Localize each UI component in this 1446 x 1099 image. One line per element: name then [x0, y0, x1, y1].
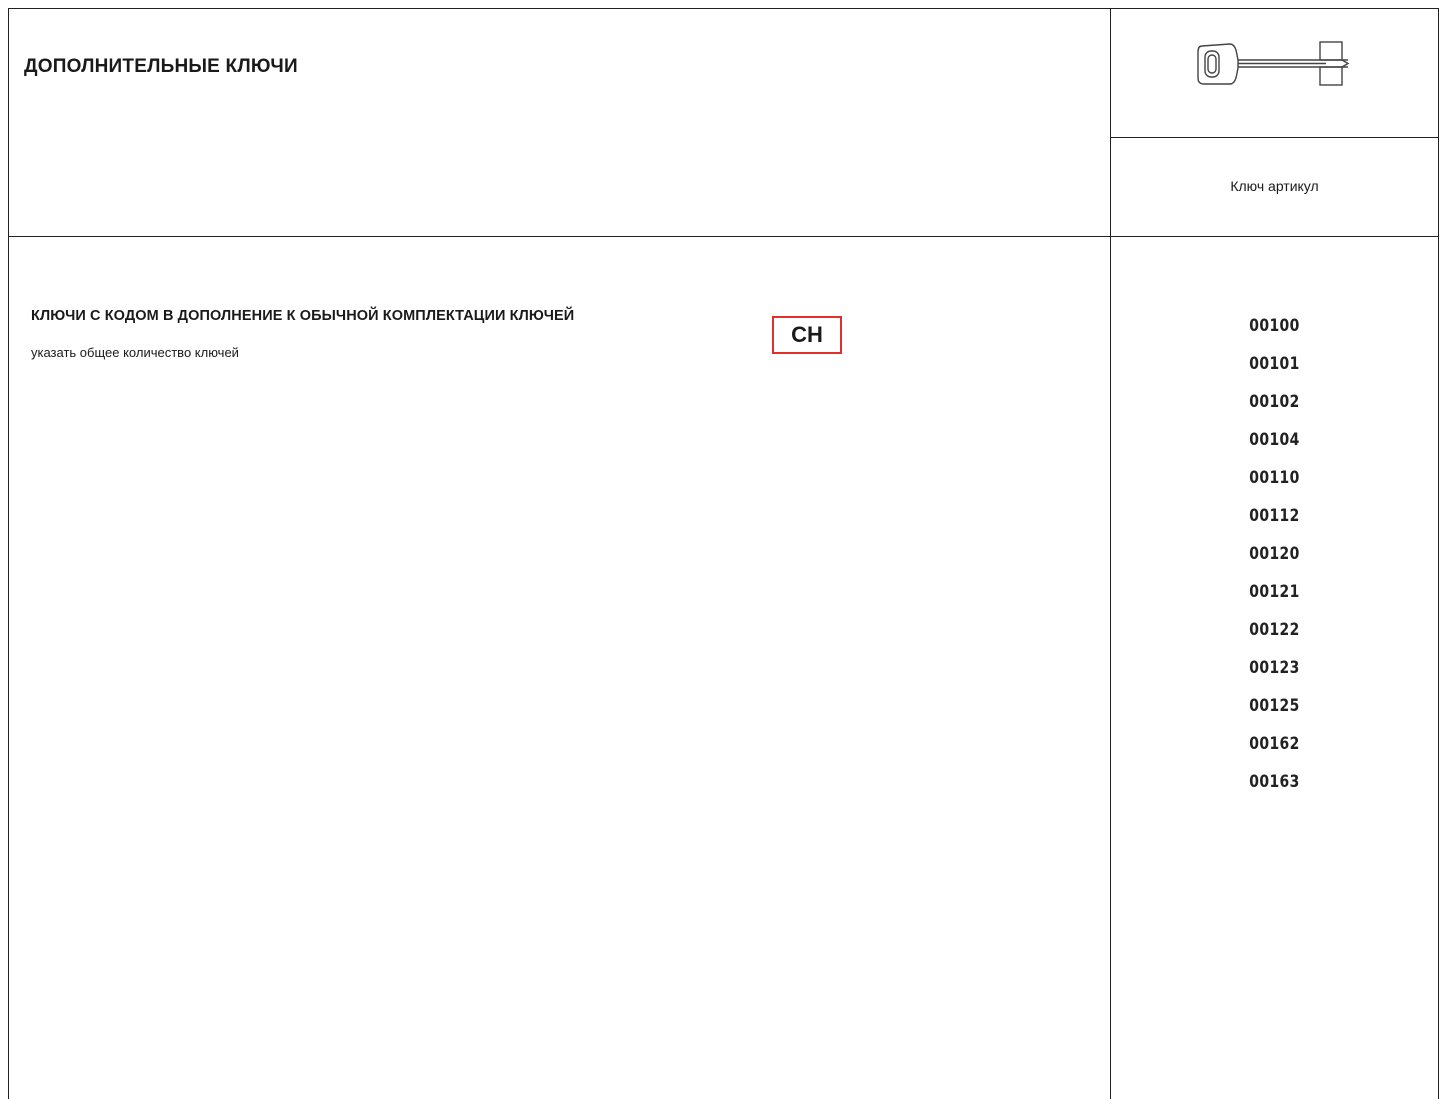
- article-code-list: 00100 00101 00102 00104 00110 00112 0012…: [1110, 312, 1439, 806]
- article-code: 00104: [1249, 430, 1300, 450]
- section-subtitle: указать общее количество ключей: [31, 345, 239, 360]
- article-code: 00100: [1249, 316, 1300, 336]
- ch-badge: CH: [772, 316, 842, 354]
- article-code: 00121: [1249, 582, 1300, 602]
- article-code: 00123: [1249, 658, 1300, 678]
- page-title: ДОПОЛНИТЕЛЬНЫЕ КЛЮЧИ: [24, 56, 298, 77]
- header-divider: [8, 236, 1439, 237]
- header-row-divider: [1110, 137, 1439, 138]
- article-code: 00120: [1249, 544, 1300, 564]
- article-column-header: Ключ артикул: [1230, 178, 1319, 194]
- article-code: 00110: [1249, 468, 1300, 488]
- article-code: 00163: [1249, 772, 1300, 792]
- article-code: 00162: [1249, 734, 1300, 754]
- article-code: 00101: [1249, 354, 1300, 374]
- section-title: КЛЮЧИ С КОДОМ В ДОПОЛНЕНИЕ К ОБЫЧНОЙ КОМ…: [31, 308, 575, 324]
- article-code: 00125: [1249, 696, 1300, 716]
- article-code: 00102: [1249, 392, 1300, 412]
- article-code: 00122: [1249, 620, 1300, 640]
- article-code: 00112: [1249, 506, 1300, 526]
- key-icon: [1197, 41, 1350, 86]
